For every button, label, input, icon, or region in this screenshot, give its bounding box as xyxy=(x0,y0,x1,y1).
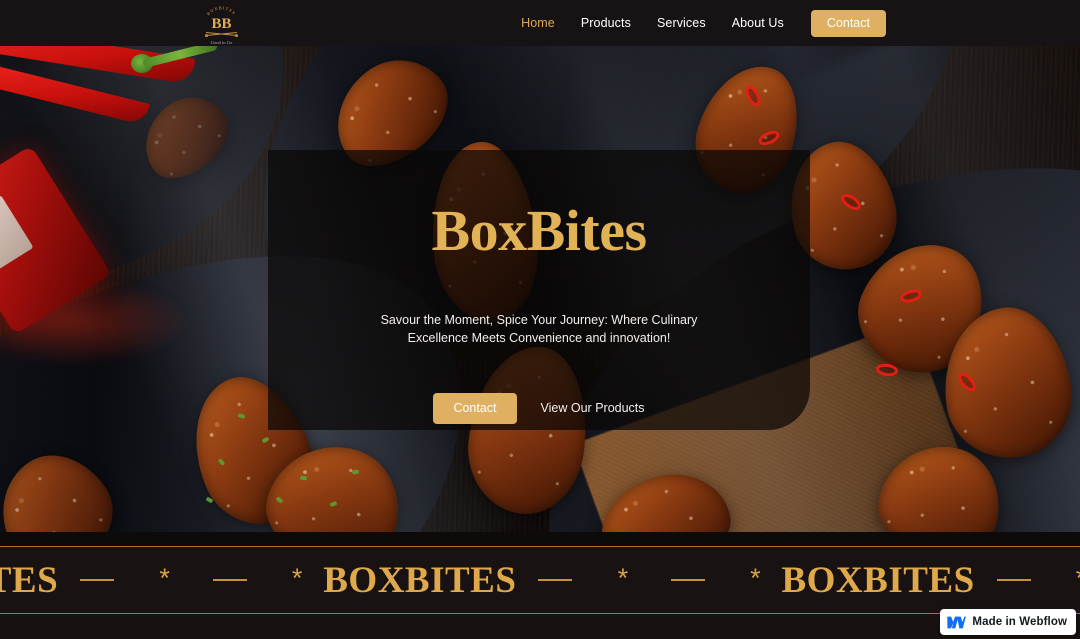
nav-contact-button[interactable]: Contact xyxy=(810,9,886,37)
page-bottom-strip xyxy=(0,614,1080,639)
nav-item-about-us[interactable]: About Us xyxy=(719,0,797,46)
hero-section: BoxBites Savour the Moment, Spice Your J… xyxy=(0,46,1080,532)
marquee-word: BOXBITES xyxy=(323,559,517,601)
svg-text:BOXBITES: BOXBITES xyxy=(206,5,238,16)
decor-bottle-label xyxy=(0,194,34,280)
marquee-dash-icon xyxy=(996,579,1031,581)
hero-title: BoxBites xyxy=(431,198,647,263)
marquee-separator: ** xyxy=(516,565,781,592)
svg-text:Good to Go: Good to Go xyxy=(211,40,233,45)
site-header: BOXBITES BB Good to Go Home Products Ser… xyxy=(0,0,1080,46)
hero-content: BoxBites Savour the Moment, Spice Your J… xyxy=(268,150,810,430)
hero-subtitle: Savour the Moment, Spice Your Journey: W… xyxy=(380,313,698,345)
nav-item-home[interactable]: Home xyxy=(508,0,568,46)
badge-label: Made in Webflow xyxy=(972,616,1067,628)
hero-contact-button[interactable]: Contact xyxy=(433,392,517,424)
boxbites-logo[interactable]: BOXBITES BB Good to Go xyxy=(199,2,244,46)
marquee-separator: ** xyxy=(58,565,323,592)
marquee-word: BOXBITES xyxy=(0,559,59,601)
hero-view-products-link[interactable]: View Our Products xyxy=(541,401,645,415)
marquee-separator: ** xyxy=(975,565,1080,592)
marquee-dash-icon xyxy=(80,579,115,581)
marquee-dash-icon xyxy=(212,579,247,581)
marquee-dash-icon xyxy=(538,579,573,581)
nav-item-services[interactable]: Services xyxy=(644,0,719,46)
marquee-dash-icon xyxy=(670,579,705,581)
marquee-word: BOXBITES xyxy=(781,559,975,601)
made-in-webflow-badge[interactable]: Made in Webflow xyxy=(940,609,1076,635)
nav-item-products[interactable]: Products xyxy=(568,0,644,46)
brand-marquee: BOXBITES**BOXBITES**BOXBITES**BOXBITES**… xyxy=(0,546,1080,614)
svg-text:BB: BB xyxy=(211,16,231,32)
marquee-track: BOXBITES**BOXBITES**BOXBITES**BOXBITES**… xyxy=(0,559,1080,602)
hero-actions: Contact View Our Products xyxy=(433,392,645,424)
main-nav: Home Products Services About Us Contact xyxy=(508,0,886,46)
webflow-logo-icon xyxy=(947,616,967,628)
